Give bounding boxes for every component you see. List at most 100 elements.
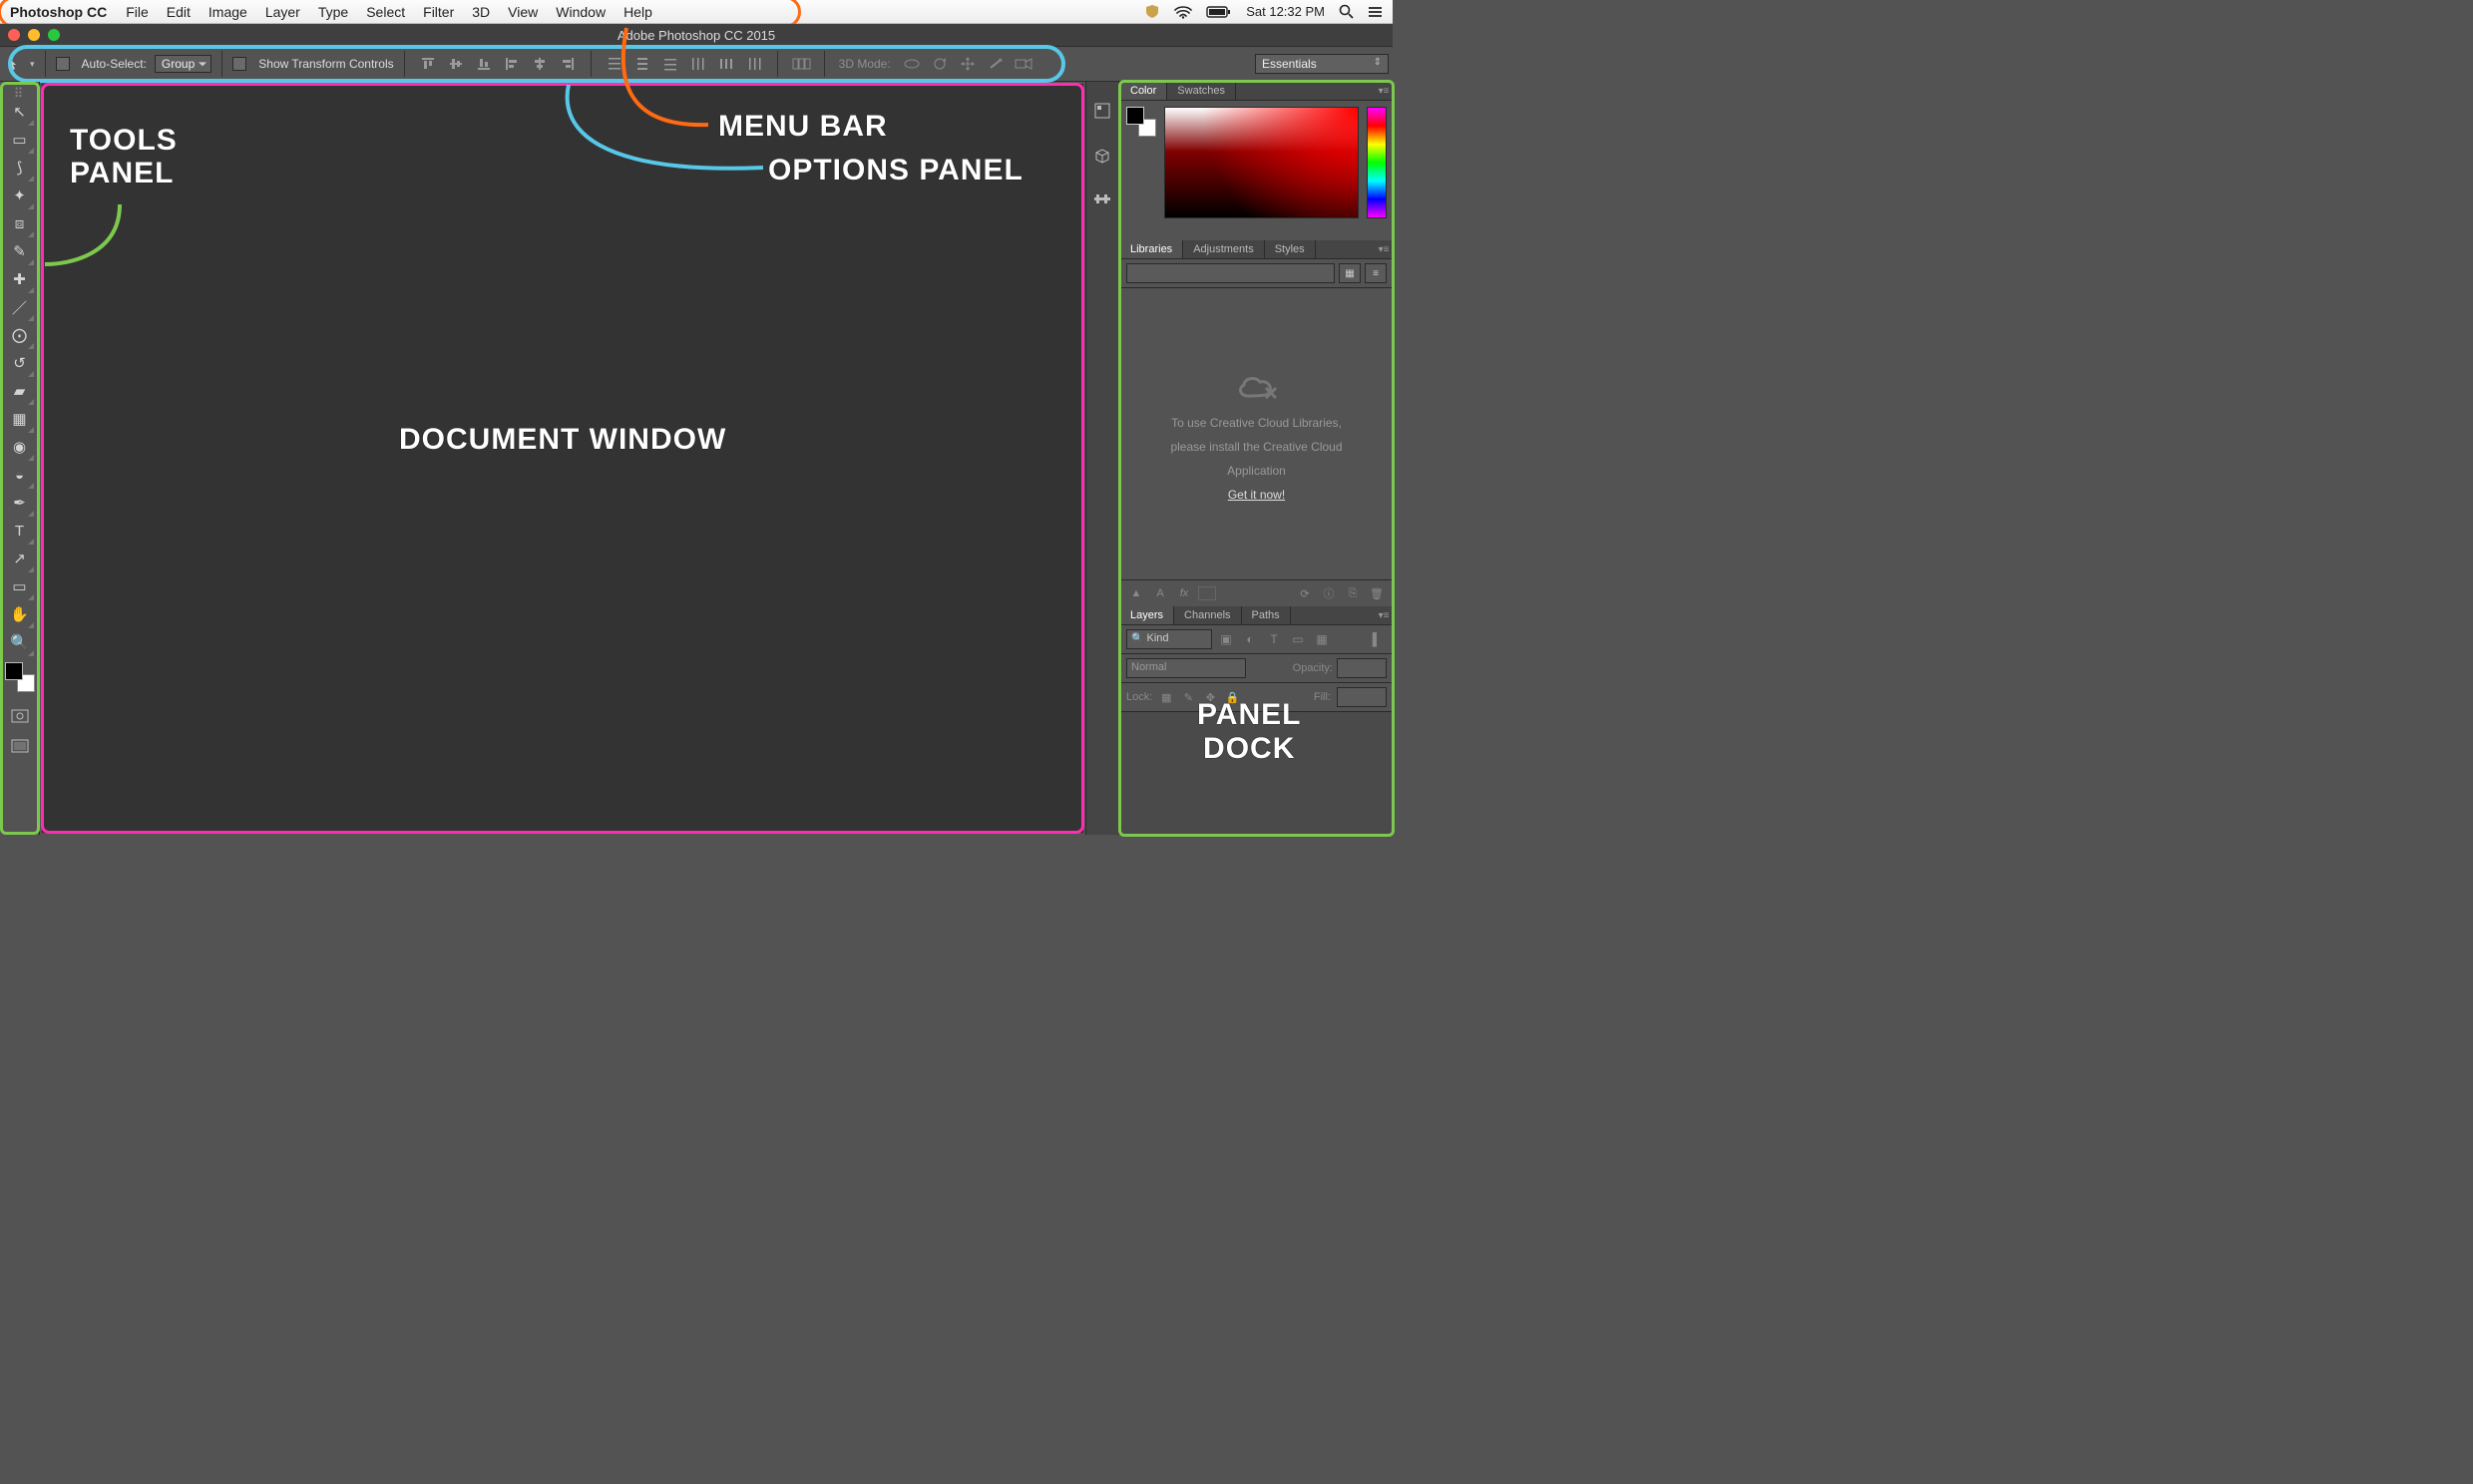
opacity-field[interactable] (1337, 658, 1387, 678)
dist-vmid-icon[interactable] (629, 52, 655, 76)
roll-3d-icon[interactable] (927, 52, 953, 76)
color-panel-flyout[interactable]: ▾≡ (1375, 82, 1393, 100)
properties-panel-icon[interactable] (1092, 191, 1112, 212)
spotlight-icon[interactable] (1339, 4, 1354, 19)
menu-edit[interactable]: Edit (158, 4, 200, 20)
tab-libraries[interactable]: Libraries (1120, 240, 1183, 258)
lib-info-icon[interactable]: ⓘ (1319, 584, 1339, 602)
align-bottom-icon[interactable] (471, 52, 497, 76)
tab-channels[interactable]: Channels (1174, 606, 1241, 624)
color-field[interactable] (1164, 107, 1359, 218)
menu-extra-icon[interactable] (1368, 5, 1383, 19)
layers-panel-flyout[interactable]: ▾≡ (1375, 606, 1393, 624)
shape-tool[interactable]: ▭ (6, 572, 34, 600)
filter-type-icon[interactable]: T (1264, 632, 1284, 646)
align-vmid-icon[interactable] (443, 52, 469, 76)
pen-tool[interactable]: ✒ (6, 489, 34, 517)
menu-type[interactable]: Type (309, 4, 357, 20)
quick-mask-toggle[interactable] (6, 702, 34, 730)
slide-3d-icon[interactable] (983, 52, 1009, 76)
menu-window[interactable]: Window (547, 4, 615, 20)
auto-select-mode-dropdown[interactable]: Group (155, 55, 211, 73)
menu-3d[interactable]: 3D (463, 4, 499, 20)
align-left-icon[interactable] (499, 52, 525, 76)
menu-filter[interactable]: Filter (414, 4, 463, 20)
color-fg-swatch[interactable] (1126, 107, 1144, 125)
lib-link-icon[interactable]: ⎘ (1343, 584, 1363, 602)
window-titlebar[interactable]: Adobe Photoshop CC 2015 (0, 24, 1393, 46)
align-hmid-icon[interactable] (527, 52, 553, 76)
layer-list[interactable] (1120, 712, 1393, 835)
gradient-tool[interactable]: ▦ (6, 405, 34, 433)
crop-tool[interactable]: ⧈ (6, 209, 34, 237)
menu-image[interactable]: Image (200, 4, 256, 20)
tab-styles[interactable]: Styles (1265, 240, 1316, 258)
orbit-3d-icon[interactable] (899, 52, 925, 76)
dodge-tool[interactable]: ◒ (6, 461, 34, 489)
filter-toggle-icon[interactable]: ▌ (1367, 632, 1387, 646)
libraries-panel-flyout[interactable]: ▾≡ (1375, 240, 1393, 258)
blend-mode-dropdown[interactable]: Normal (1126, 658, 1246, 678)
clone-stamp-tool[interactable]: ⨀ (6, 321, 34, 349)
move-tool[interactable]: ↖ (6, 98, 34, 126)
lib-trash-icon[interactable]: 🗑 (1367, 584, 1387, 602)
tab-adjustments[interactable]: Adjustments (1183, 240, 1265, 258)
lib-add-graphic-icon[interactable]: ▲ (1126, 584, 1146, 602)
tab-color[interactable]: Color (1120, 82, 1167, 100)
filter-shape-icon[interactable]: ▭ (1288, 632, 1308, 646)
history-panel-icon[interactable] (1093, 102, 1111, 123)
dist-top-icon[interactable] (602, 52, 627, 76)
lib-sync-icon[interactable]: ⟳ (1295, 584, 1315, 602)
lib-add-color-icon[interactable] (1198, 586, 1216, 600)
align-right-icon[interactable] (555, 52, 581, 76)
layer-filter-dropdown[interactable]: 🔍 Kind (1126, 629, 1212, 649)
color-panel-swatches[interactable] (1126, 107, 1156, 137)
hand-tool[interactable]: ✋ (6, 600, 34, 628)
battery-icon[interactable] (1206, 5, 1232, 19)
history-brush-tool[interactable]: ↺ (6, 349, 34, 377)
tab-swatches[interactable]: Swatches (1167, 82, 1236, 100)
current-tool-icon[interactable]: ▾ (8, 57, 35, 71)
spot-heal-tool[interactable]: ✚ (6, 265, 34, 293)
filter-pixel-icon[interactable]: ▣ (1216, 632, 1236, 646)
filter-smart-icon[interactable]: ▦ (1312, 632, 1332, 646)
tab-layers[interactable]: Layers (1120, 606, 1174, 624)
align-top-icon[interactable] (415, 52, 441, 76)
show-transform-checkbox[interactable] (232, 57, 246, 71)
menu-layer[interactable]: Layer (256, 4, 309, 20)
lib-add-fx-icon[interactable]: fx (1174, 584, 1194, 602)
quick-select-tool[interactable]: ✦ (6, 182, 34, 209)
screen-mode-toggle[interactable] (6, 732, 34, 760)
app-name[interactable]: Photoshop CC (10, 4, 107, 20)
blur-tool[interactable]: ◉ (6, 433, 34, 461)
lock-all-icon[interactable]: 🔒 (1224, 691, 1240, 704)
auto-select-checkbox[interactable] (56, 57, 70, 71)
type-tool[interactable]: T (6, 517, 34, 545)
eyedropper-tool[interactable]: ✎ (6, 237, 34, 265)
shield-icon[interactable] (1145, 4, 1160, 19)
menu-file[interactable]: File (117, 4, 158, 20)
tab-paths[interactable]: Paths (1242, 606, 1291, 624)
zoom-tool[interactable]: 🔍 (6, 628, 34, 656)
libraries-grid-view[interactable]: ▦ (1339, 263, 1361, 283)
dist-bottom-icon[interactable] (657, 52, 683, 76)
lock-transparent-icon[interactable]: ▦ (1158, 691, 1174, 704)
fg-bg-swatches[interactable] (5, 662, 35, 692)
pan-3d-icon[interactable] (955, 52, 981, 76)
3d-panel-icon[interactable] (1093, 147, 1111, 168)
auto-align-icon[interactable] (788, 52, 814, 76)
lasso-tool[interactable]: ⟆ (6, 154, 34, 182)
brush-tool[interactable]: ／ (6, 293, 34, 321)
filter-adjust-icon[interactable]: ◐ (1240, 632, 1260, 646)
lib-add-char-icon[interactable]: A (1150, 584, 1170, 602)
menu-select[interactable]: Select (357, 4, 414, 20)
wifi-icon[interactable] (1174, 5, 1192, 19)
dist-left-icon[interactable] (685, 52, 711, 76)
clock-text[interactable]: Sat 12:32 PM (1246, 4, 1325, 19)
foreground-color-swatch[interactable] (5, 662, 23, 680)
document-window[interactable] (42, 84, 1083, 833)
eraser-tool[interactable]: ▰ (6, 377, 34, 405)
hue-slider[interactable] (1367, 107, 1387, 218)
dist-hmid-icon[interactable] (713, 52, 739, 76)
marquee-tool[interactable]: ▭ (6, 126, 34, 154)
